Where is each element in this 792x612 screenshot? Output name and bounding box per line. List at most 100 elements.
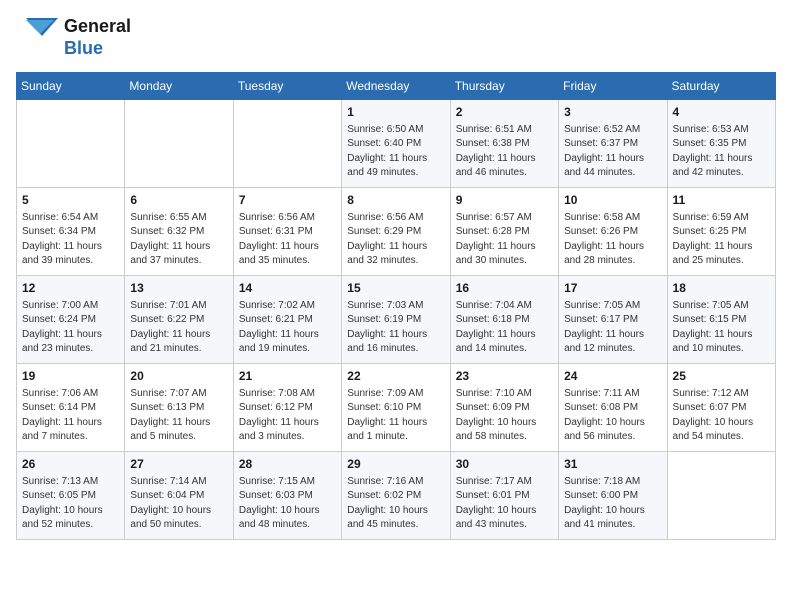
day-info: Sunrise: 6:52 AM Sunset: 6:37 PM Dayligh… (564, 123, 661, 181)
calendar-header-row: SundayMondayTuesdayWednesdayThursdayFrid… (17, 73, 776, 100)
calendar-cell: 26 Sunrise: 7:13 AM Sunset: 6:05 PM Dayli… (17, 452, 125, 540)
day-info: Sunrise: 7:07 AM Sunset: 6:13 PM Dayligh… (130, 387, 227, 445)
day-info: Sunrise: 7:12 AM Sunset: 6:07 PM Dayligh… (673, 387, 770, 445)
day-number: 4 (673, 104, 770, 121)
day-number: 29 (347, 456, 444, 473)
logo-blue-text: Blue (64, 38, 131, 60)
calendar-week-row: 1Sunrise: 6:50 AM Sunset: 6:40 PM Daylig… (17, 100, 776, 188)
calendar-cell: 8 Sunrise: 6:56 AM Sunset: 6:29 PM Daylig… (342, 188, 450, 276)
calendar-cell (17, 100, 125, 188)
calendar-cell: 27 Sunrise: 7:14 AM Sunset: 6:04 PM Dayli… (125, 452, 233, 540)
day-number: 12 (22, 280, 119, 297)
day-number: 6 (130, 192, 227, 209)
weekday-header-tuesday: Tuesday (233, 73, 341, 100)
calendar-cell: 10 Sunrise: 6:58 AM Sunset: 6:26 PM Dayli… (559, 188, 667, 276)
day-info: Sunrise: 6:56 AM Sunset: 6:29 PM Dayligh… (347, 211, 444, 269)
page-header: GeneralBlue (16, 16, 776, 60)
calendar-cell: 14 Sunrise: 7:02 AM Sunset: 6:21 PM Dayli… (233, 276, 341, 364)
day-info: Sunrise: 7:11 AM Sunset: 6:08 PM Dayligh… (564, 387, 661, 445)
day-number: 11 (673, 192, 770, 209)
calendar-cell (667, 452, 775, 540)
day-number: 18 (673, 280, 770, 297)
day-info: Sunrise: 7:18 AM Sunset: 6:00 PM Dayligh… (564, 475, 661, 533)
day-number: 10 (564, 192, 661, 209)
calendar-week-row: 5 Sunrise: 6:54 AM Sunset: 6:34 PM Daylig… (17, 188, 776, 276)
calendar-cell: 12 Sunrise: 7:00 AM Sunset: 6:24 PM Dayli… (17, 276, 125, 364)
weekday-header-sunday: Sunday (17, 73, 125, 100)
calendar-cell: 17 Sunrise: 7:05 AM Sunset: 6:17 PM Dayli… (559, 276, 667, 364)
day-number: 28 (239, 456, 336, 473)
day-info: Sunrise: 7:00 AM Sunset: 6:24 PM Dayligh… (22, 299, 119, 357)
day-number: 15 (347, 280, 444, 297)
calendar-cell: 9Sunrise: 6:57 AM Sunset: 6:28 PM Daylig… (450, 188, 558, 276)
calendar-cell: 19 Sunrise: 7:06 AM Sunset: 6:14 PM Dayli… (17, 364, 125, 452)
day-info: Sunrise: 7:13 AM Sunset: 6:05 PM Dayligh… (22, 475, 119, 533)
calendar-week-row: 19 Sunrise: 7:06 AM Sunset: 6:14 PM Dayli… (17, 364, 776, 452)
day-info: Sunrise: 7:08 AM Sunset: 6:12 PM Dayligh… (239, 387, 336, 445)
day-number: 27 (130, 456, 227, 473)
calendar-cell: 22 Sunrise: 7:09 AM Sunset: 6:10 PM Dayli… (342, 364, 450, 452)
day-number: 22 (347, 368, 444, 385)
day-info: Sunrise: 7:09 AM Sunset: 6:10 PM Dayligh… (347, 387, 444, 445)
day-number: 13 (130, 280, 227, 297)
day-info: Sunrise: 7:06 AM Sunset: 6:14 PM Dayligh… (22, 387, 119, 445)
day-number: 8 (347, 192, 444, 209)
logo: GeneralBlue (16, 16, 131, 60)
calendar-cell: 7Sunrise: 6:56 AM Sunset: 6:31 PM Daylig… (233, 188, 341, 276)
day-number: 21 (239, 368, 336, 385)
day-number: 30 (456, 456, 553, 473)
day-info: Sunrise: 7:05 AM Sunset: 6:17 PM Dayligh… (564, 299, 661, 357)
day-info: Sunrise: 7:15 AM Sunset: 6:03 PM Dayligh… (239, 475, 336, 533)
day-info: Sunrise: 6:54 AM Sunset: 6:34 PM Dayligh… (22, 211, 119, 269)
day-info: Sunrise: 7:16 AM Sunset: 6:02 PM Dayligh… (347, 475, 444, 533)
day-number: 1 (347, 104, 444, 121)
day-number: 14 (239, 280, 336, 297)
weekday-header-saturday: Saturday (667, 73, 775, 100)
day-number: 24 (564, 368, 661, 385)
day-number: 5 (22, 192, 119, 209)
calendar-cell: 24 Sunrise: 7:11 AM Sunset: 6:08 PM Dayli… (559, 364, 667, 452)
day-number: 26 (22, 456, 119, 473)
day-info: Sunrise: 6:51 AM Sunset: 6:38 PM Dayligh… (456, 123, 553, 181)
day-info: Sunrise: 7:02 AM Sunset: 6:21 PM Dayligh… (239, 299, 336, 357)
calendar-cell: 25 Sunrise: 7:12 AM Sunset: 6:07 PM Dayli… (667, 364, 775, 452)
weekday-header-thursday: Thursday (450, 73, 558, 100)
day-number: 3 (564, 104, 661, 121)
calendar-table: SundayMondayTuesdayWednesdayThursdayFrid… (16, 72, 776, 540)
calendar-week-row: 12 Sunrise: 7:00 AM Sunset: 6:24 PM Dayli… (17, 276, 776, 364)
calendar-cell (125, 100, 233, 188)
day-info: Sunrise: 7:04 AM Sunset: 6:18 PM Dayligh… (456, 299, 553, 357)
day-number: 19 (22, 368, 119, 385)
calendar-cell: 29 Sunrise: 7:16 AM Sunset: 6:02 PM Dayli… (342, 452, 450, 540)
day-number: 25 (673, 368, 770, 385)
day-number: 23 (456, 368, 553, 385)
calendar-cell: 2 Sunrise: 6:51 AM Sunset: 6:38 PM Daylig… (450, 100, 558, 188)
calendar-cell: 16Sunrise: 7:04 AM Sunset: 6:18 PM Dayli… (450, 276, 558, 364)
calendar-week-row: 26 Sunrise: 7:13 AM Sunset: 6:05 PM Dayli… (17, 452, 776, 540)
day-info: Sunrise: 7:03 AM Sunset: 6:19 PM Dayligh… (347, 299, 444, 357)
weekday-header-friday: Friday (559, 73, 667, 100)
day-number: 20 (130, 368, 227, 385)
weekday-header-monday: Monday (125, 73, 233, 100)
calendar-cell: 11 Sunrise: 6:59 AM Sunset: 6:25 PM Dayli… (667, 188, 775, 276)
day-number: 17 (564, 280, 661, 297)
day-info: Sunrise: 6:59 AM Sunset: 6:25 PM Dayligh… (673, 211, 770, 269)
day-info: Sunrise: 6:53 AM Sunset: 6:35 PM Dayligh… (673, 123, 770, 181)
calendar-cell: 20 Sunrise: 7:07 AM Sunset: 6:13 PM Dayli… (125, 364, 233, 452)
day-info: Sunrise: 7:17 AM Sunset: 6:01 PM Dayligh… (456, 475, 553, 533)
day-info: Sunrise: 6:55 AM Sunset: 6:32 PM Dayligh… (130, 211, 227, 269)
calendar-cell: 3 Sunrise: 6:52 AM Sunset: 6:37 PM Daylig… (559, 100, 667, 188)
logo-icon (16, 16, 60, 60)
day-info: Sunrise: 6:58 AM Sunset: 6:26 PM Dayligh… (564, 211, 661, 269)
calendar-cell: 31Sunrise: 7:18 AM Sunset: 6:00 PM Dayli… (559, 452, 667, 540)
day-info: Sunrise: 7:01 AM Sunset: 6:22 PM Dayligh… (130, 299, 227, 357)
day-info: Sunrise: 7:05 AM Sunset: 6:15 PM Dayligh… (673, 299, 770, 357)
calendar-cell: 28 Sunrise: 7:15 AM Sunset: 6:03 PM Dayli… (233, 452, 341, 540)
calendar-cell (233, 100, 341, 188)
day-number: 2 (456, 104, 553, 121)
day-info: Sunrise: 7:14 AM Sunset: 6:04 PM Dayligh… (130, 475, 227, 533)
calendar-cell: 15 Sunrise: 7:03 AM Sunset: 6:19 PM Dayli… (342, 276, 450, 364)
day-number: 9 (456, 192, 553, 209)
calendar-cell: 1Sunrise: 6:50 AM Sunset: 6:40 PM Daylig… (342, 100, 450, 188)
calendar-cell: 4 Sunrise: 6:53 AM Sunset: 6:35 PM Daylig… (667, 100, 775, 188)
